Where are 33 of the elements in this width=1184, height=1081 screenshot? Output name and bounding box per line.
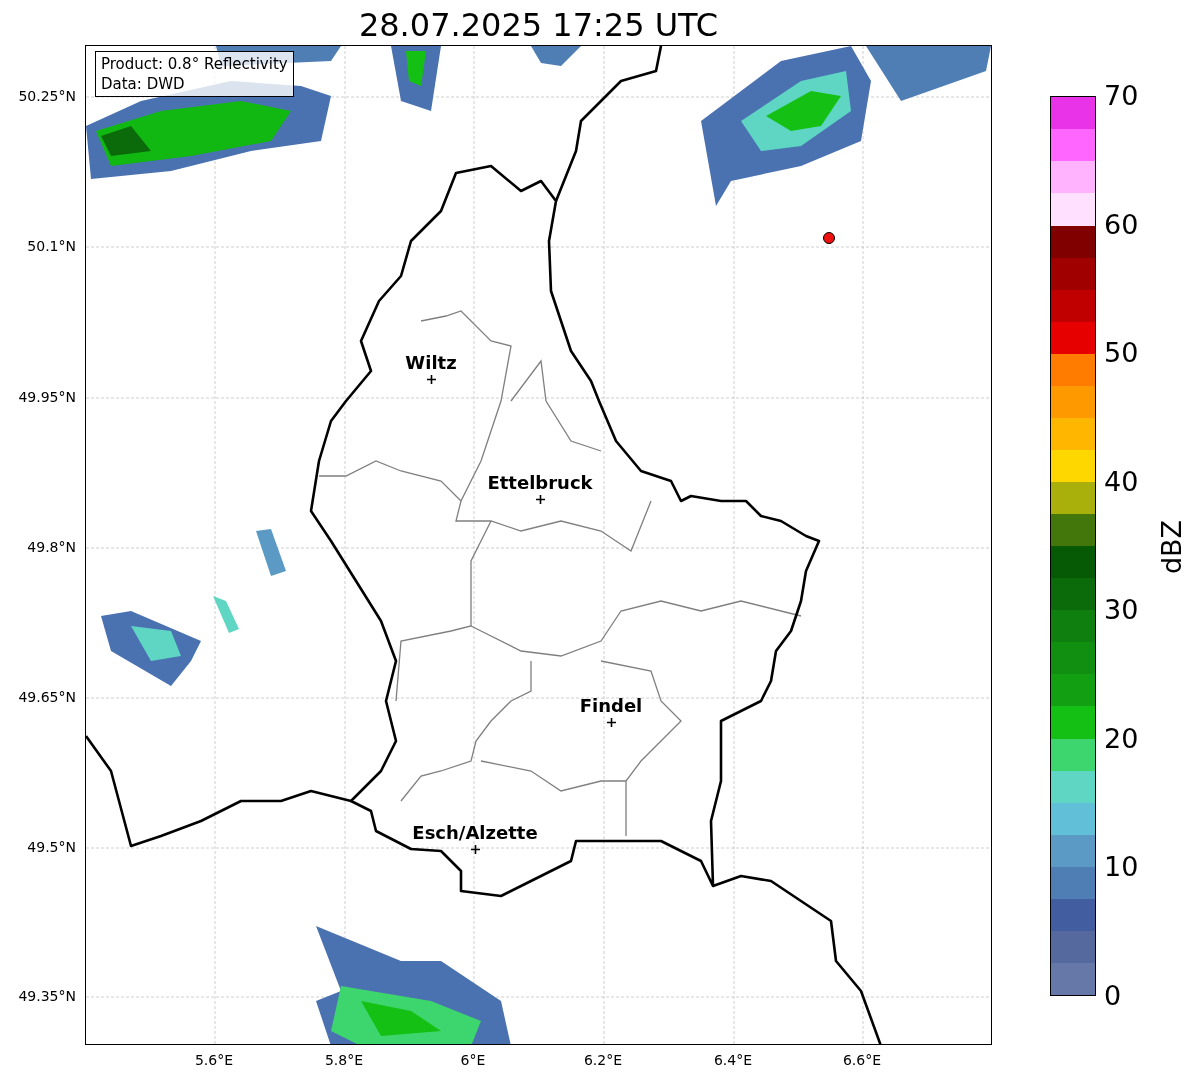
latitude-tick-label: 50.25°N [18, 87, 76, 105]
colorbar-tick-label: 70 [1104, 80, 1139, 112]
city-label: Findel [578, 695, 644, 717]
city-marker-icon [470, 844, 480, 854]
city-label: Esch/Alzette [411, 822, 539, 844]
colorbar-tick-label: 50 [1104, 337, 1139, 370]
colorbar-tick-label: 40 [1104, 465, 1139, 498]
longitude-tick-label: 5.8°E [323, 1051, 365, 1069]
city-label: Wiltz [404, 352, 458, 374]
colorbar-tick-label: 60 [1104, 208, 1139, 241]
colorbar-label: dBZ [1156, 518, 1184, 577]
city-marker-icon [606, 717, 616, 727]
colorbar-tick-label: 0 [1104, 980, 1122, 1012]
city-marker-icon [426, 374, 436, 384]
info-text: Product: 0.8° Reflectivity [101, 54, 288, 74]
latitude-tick-label: 49.65°N [18, 688, 76, 706]
longitude-tick-label: 6.4°E [712, 1051, 754, 1069]
city-label: Ettelbruck [486, 472, 594, 494]
city-marker-icon [535, 494, 545, 504]
latitude-tick-label: 49.8°N [27, 538, 76, 556]
latitude-tick-label: 49.95°N [18, 388, 76, 406]
latitude-tick-label: 50.1°N [27, 237, 76, 255]
latitude-tick-label: 49.35°N [18, 987, 76, 1005]
latitude-tick-label: 49.5°N [27, 838, 76, 856]
info-text: Data: DWD [101, 74, 186, 94]
longitude-tick-label: 5.6°E [193, 1051, 235, 1069]
colorbar-tick-label: 30 [1104, 594, 1139, 627]
colorbar-tick-label: 10 [1104, 851, 1139, 884]
longitude-tick-label: 6.2°E [582, 1051, 624, 1069]
chart-title: 28.07.2025 17:25 UTC [357, 5, 720, 46]
longitude-tick-label: 6.6°E [841, 1051, 883, 1069]
colorbar-tick-label: 20 [1104, 722, 1139, 755]
longitude-tick-label: 6°E [459, 1051, 487, 1069]
